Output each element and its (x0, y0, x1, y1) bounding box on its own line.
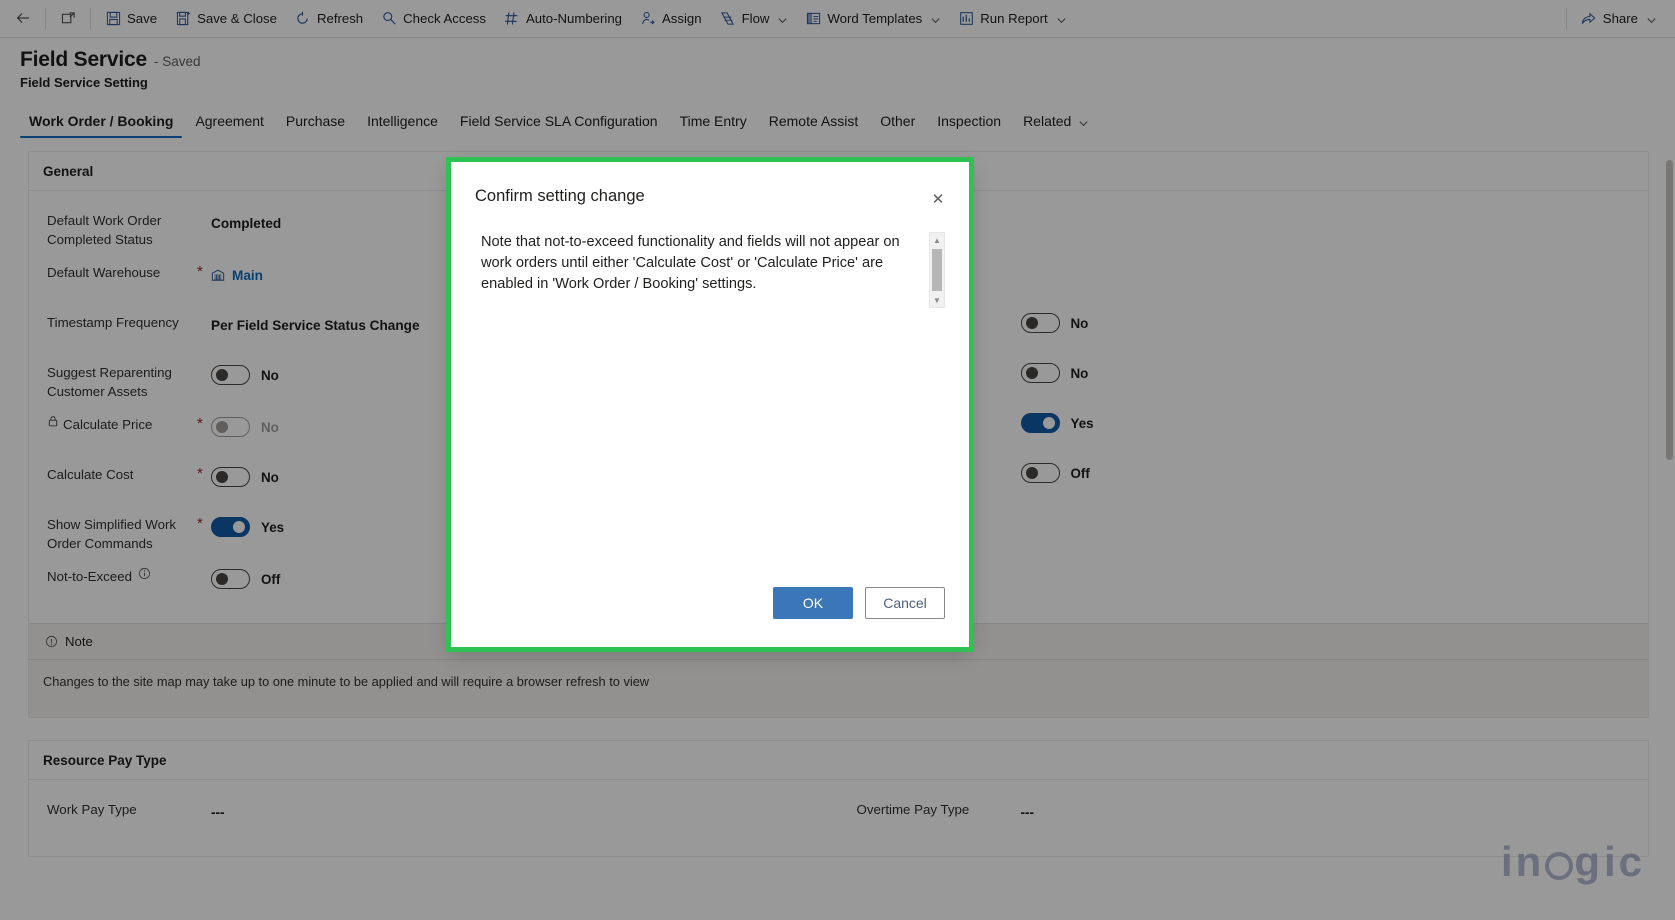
confirm-setting-change-dialog: Confirm setting change ✕ Note that not-t… (451, 162, 969, 647)
scroll-down-arrow-icon[interactable]: ▼ (930, 293, 944, 307)
dialog-body: Note that not-to-exceed functionality an… (451, 214, 969, 587)
dialog-title: Confirm setting change (475, 184, 923, 206)
scroll-up-arrow-icon[interactable]: ▲ (930, 233, 944, 247)
dialog-scrollbar-thumb[interactable] (932, 249, 942, 291)
dialog-header: Confirm setting change ✕ (451, 162, 969, 214)
dialog-message-area: Note that not-to-exceed functionality an… (481, 232, 945, 308)
dialog-message: Note that not-to-exceed functionality an… (481, 232, 929, 295)
app-root: Save Save & Close Refresh (0, 0, 1675, 920)
dialog-footer: OK Cancel (451, 587, 969, 647)
cancel-button[interactable]: Cancel (865, 587, 945, 619)
close-icon[interactable]: ✕ (923, 184, 953, 214)
ok-button[interactable]: OK (773, 587, 853, 619)
dialog-message-scrollbar[interactable]: ▲ ▼ (929, 232, 945, 308)
